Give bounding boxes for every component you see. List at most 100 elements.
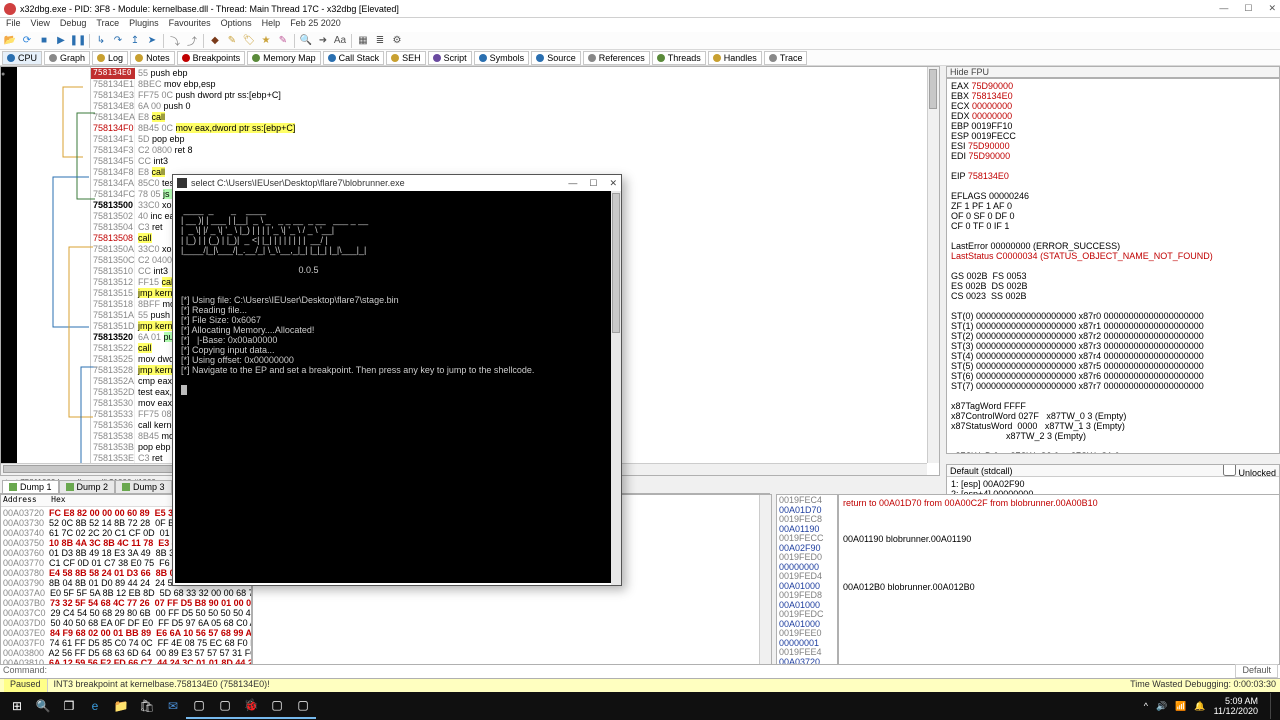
trace-into-icon[interactable]: ⤵ — [167, 33, 183, 49]
step-over-icon[interactable]: ↷ — [110, 33, 126, 49]
tab-breakpoints[interactable]: Breakpoints — [177, 51, 246, 65]
label-icon[interactable]: 🏷 — [241, 33, 257, 49]
menu-favourites[interactable]: Favourites — [169, 18, 211, 32]
console-close-button[interactable]: ✕ — [609, 178, 617, 189]
taskbar-cmd2[interactable]: ▢ — [212, 693, 238, 719]
stop-icon[interactable]: ■ — [36, 33, 52, 49]
tray-icon[interactable]: 🔊 — [1156, 701, 1167, 712]
stack-comments-panel[interactable]: return to 00A01D70 from 00A00C2F from bl… — [838, 494, 1280, 678]
symbols-icon — [479, 54, 487, 62]
taskbar-store[interactable]: 🛍 — [134, 693, 160, 719]
console-maximize-button[interactable]: ☐ — [589, 178, 597, 189]
tab-threads[interactable]: Threads — [652, 51, 706, 65]
taskbar-cmd1[interactable]: ▢ — [186, 693, 212, 719]
console-version: 0.0.5 — [181, 265, 605, 275]
tray-icon[interactable]: ^ — [1144, 701, 1148, 711]
taskbar-app7[interactable]: ▢ — [264, 693, 290, 719]
registers-toolbar[interactable]: Hide FPU — [946, 66, 1280, 78]
menu-view[interactable]: View — [31, 18, 50, 32]
menu-help[interactable]: Help — [262, 18, 281, 32]
run-to-icon[interactable]: ➤ — [144, 33, 160, 49]
taskbar-mail[interactable]: ✉ — [160, 693, 186, 719]
tab-symbols[interactable]: Symbols — [474, 51, 530, 65]
breakpoint-gutter[interactable] — [1, 67, 17, 475]
taskbar-taskview[interactable]: ❐ — [56, 693, 82, 719]
breakpoints-icon — [182, 54, 190, 62]
bookmark-icon[interactable]: ★ — [258, 33, 274, 49]
taskbar-search[interactable]: 🔍 — [30, 693, 56, 719]
tab-dump2[interactable]: Dump 2 — [59, 480, 116, 493]
threads-icon[interactable]: ≣ — [372, 33, 388, 49]
minimize-button[interactable]: — — [1219, 3, 1228, 14]
calling-convention-label[interactable]: Default (stdcall) — [950, 466, 1013, 476]
hide-fpu-button[interactable]: Hide FPU — [950, 67, 989, 77]
pause-icon[interactable]: ❚❚ — [70, 33, 86, 49]
step-out-icon[interactable]: ↥ — [127, 33, 143, 49]
default-layout-label[interactable]: Default — [1235, 664, 1278, 678]
menu-plugins[interactable]: Plugins — [129, 18, 159, 32]
taskbar-edge[interactable]: e — [82, 693, 108, 719]
close-button[interactable]: ✕ — [1268, 3, 1276, 14]
taskbar-app8[interactable]: ▢ — [290, 693, 316, 719]
registers-panel[interactable]: EAX 75D90000EBX 758134E0ECX 00000000EDX … — [946, 78, 1280, 454]
taskbar-explorer[interactable]: 📁 — [108, 693, 134, 719]
tab-notes[interactable]: Notes — [130, 51, 175, 65]
tray-icon[interactable]: 📶 — [1175, 701, 1186, 712]
text-case-icon[interactable]: Aa — [332, 33, 348, 49]
patch-icon[interactable]: ◆ — [207, 33, 223, 49]
command-bar[interactable]: Command: — [0, 664, 1280, 678]
tray-icon[interactable]: 🔔 — [1194, 701, 1205, 712]
toolbar: 📂⟳■▶❚❚↳↷↥➤⤵⤴◆✎🏷★✎🔍➜Aa▦≣⚙ — [0, 32, 1280, 50]
step-into-icon[interactable]: ↳ — [93, 33, 109, 49]
status-state: Paused — [4, 679, 48, 692]
unlocked-checkbox[interactable] — [1223, 464, 1236, 476]
taskbar-clock[interactable]: 5:09 AM11/12/2020 — [1214, 696, 1258, 716]
comment-icon[interactable]: ✎ — [224, 33, 240, 49]
menu-debug[interactable]: Debug — [60, 18, 87, 32]
tab-trace[interactable]: Trace — [764, 51, 808, 65]
console-titlebar[interactable]: select C:\Users\IEUser\Desktop\flare7\bl… — [173, 175, 621, 191]
console-minimize-button[interactable]: — — [568, 178, 577, 189]
show-desktop-button[interactable] — [1270, 693, 1276, 719]
scrollbar-vertical[interactable] — [759, 495, 771, 665]
tab-seh[interactable]: SEH — [386, 51, 426, 65]
tab-dump3[interactable]: Dump 3 — [115, 480, 172, 493]
refresh-icon[interactable]: ⟳ — [19, 33, 35, 49]
find-icon[interactable]: 🔍 — [298, 33, 314, 49]
menu-options[interactable]: Options — [221, 18, 252, 32]
threads-icon — [657, 54, 665, 62]
menu-file[interactable]: File — [6, 18, 21, 32]
tab-memmap[interactable]: Memory Map — [247, 51, 321, 65]
tab-callstack[interactable]: Call Stack — [323, 51, 385, 65]
console-scrollbar[interactable] — [611, 191, 621, 585]
tab-graph[interactable]: Graph — [44, 51, 90, 65]
tab-log[interactable]: Log — [92, 51, 128, 65]
tab-cpu[interactable]: CPU — [2, 51, 42, 65]
trace-icon — [769, 54, 777, 62]
settings-icon[interactable]: ⚙ — [389, 33, 405, 49]
taskbar-x32dbg[interactable]: 🐞 — [238, 693, 264, 719]
goto-icon[interactable]: ➜ — [315, 33, 331, 49]
maximize-button[interactable]: ☐ — [1244, 3, 1252, 14]
modules-icon[interactable]: ▦ — [355, 33, 371, 49]
tab-dump1[interactable]: Dump 1 — [2, 480, 59, 493]
tab-handles[interactable]: Handles — [708, 51, 762, 65]
console-window[interactable]: select C:\Users\IEUser\Desktop\flare7\bl… — [172, 174, 622, 586]
menu-feb-25-2020[interactable]: Feb 25 2020 — [290, 18, 341, 32]
tab-references[interactable]: References — [583, 51, 650, 65]
tab-source[interactable]: Source — [531, 51, 581, 65]
view-tabs: CPUGraphLogNotesBreakpointsMemory MapCal… — [0, 50, 1280, 66]
run-icon[interactable]: ▶ — [53, 33, 69, 49]
console-body[interactable]: ____ _ _ ____ | __ )| | ___ | |__| _ \ _… — [175, 191, 611, 583]
stack-panel[interactable]: 0019FEC4 00A01D700019FEC8 00A011900019FE… — [776, 494, 838, 678]
source-icon — [536, 54, 544, 62]
menu-trace[interactable]: Trace — [96, 18, 119, 32]
windows-taskbar[interactable]: ⊞🔍❐e📁🛍✉▢▢🐞▢▢ ^🔊📶🔔5:09 AM11/12/2020 — [0, 692, 1280, 720]
taskbar-start[interactable]: ⊞ — [4, 693, 30, 719]
console-cursor — [181, 385, 187, 395]
trace-over-icon[interactable]: ⤴ — [184, 33, 200, 49]
scrollbar-vertical[interactable] — [927, 67, 939, 463]
tab-script[interactable]: Script — [428, 51, 472, 65]
highlight-icon[interactable]: ✎ — [275, 33, 291, 49]
folder-open-icon[interactable]: 📂 — [2, 33, 18, 49]
